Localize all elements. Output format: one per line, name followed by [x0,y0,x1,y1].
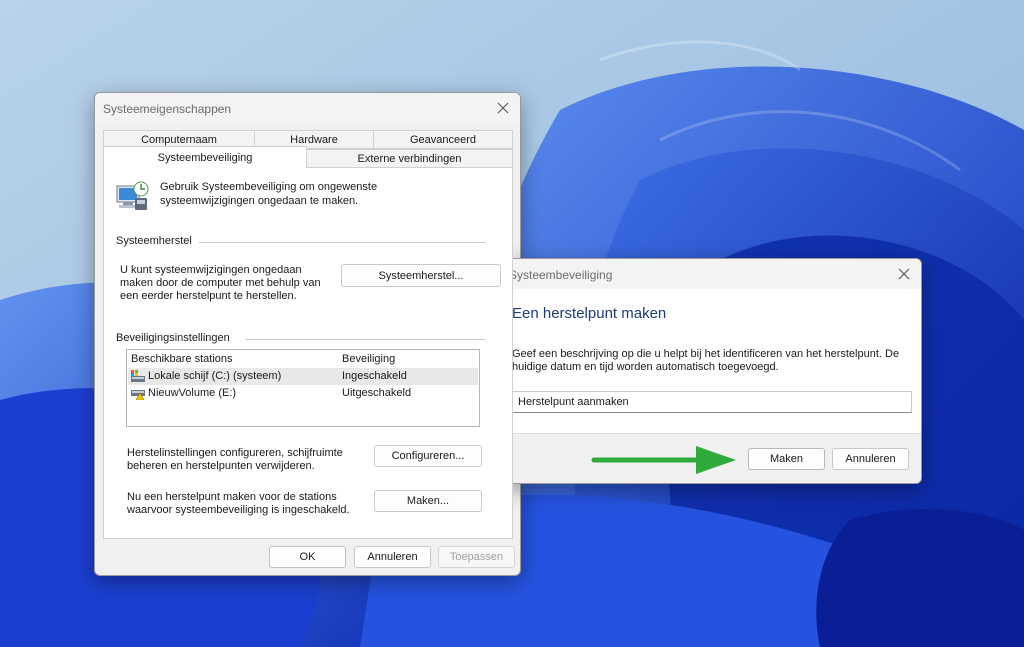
system-protection-icon [116,181,149,210]
apply-button[interactable]: Toepassen [438,546,515,568]
drive-warning-icon [131,390,145,400]
cancel-button[interactable]: Annuleren [832,448,909,470]
intro-line-2: systeemwijzigingen ongedaan te maken. [160,195,359,207]
create-restore-point-button[interactable]: Maken... [374,490,482,512]
table-row[interactable]: Lokale schijf (C:) (systeem) Ingeschakel… [128,368,478,385]
configure-text-line-1: Herstelinstellingen configureren, schijf… [127,447,343,459]
description-line-1: Geef een beschrijving op die u helpt bij… [512,348,900,360]
cancel-button[interactable]: Annuleren [354,546,431,568]
drive-status: Uitgeschakeld [342,387,412,399]
close-icon [497,102,509,114]
system-restore-button[interactable]: Systeemherstel... [341,264,501,287]
system-properties-dialog: Systeemeigenschappen Computernaam Hardwa… [94,92,521,576]
drive-list[interactable]: Beschikbare stations Beveiliging Lokale … [126,349,480,427]
create-button[interactable]: Maken [748,448,825,470]
ok-button[interactable]: OK [269,546,346,568]
configure-text-line-2: beheren en herstelpunten verwijderen. [127,460,315,472]
dialog-title: Systeembeveiliging [509,268,613,282]
table-row[interactable]: NieuwVolume (E:) Uitgeschakeld [128,385,478,402]
group-divider [199,242,485,243]
restore-text-line-1: U kunt systeemwijzigingen ongedaan [120,264,302,276]
description-line-2: huidige datum en tijd worden automatisch… [512,361,779,373]
dialog-heading: Een herstelpunt maken [512,305,667,322]
drive-name: Lokale schijf (C:) (systeem) [148,370,282,382]
title-bar[interactable]: Systeembeveiliging [501,259,921,289]
restore-text-line-3: een eerder herstelpunt te herstellen. [120,290,297,302]
create-text-line-1: Nu een herstelpunt maken voor de station… [127,491,337,503]
column-header-beveiliging[interactable]: Beveiliging [342,353,395,365]
list-header: Beschikbare stations Beveiliging [128,351,478,368]
restore-group-label: Systeemherstel [116,235,198,247]
drive-status: Ingeschakeld [342,370,407,382]
configure-button[interactable]: Configureren... [374,445,482,467]
drive-name: NieuwVolume (E:) [148,387,237,399]
column-header-stations[interactable]: Beschikbare stations [131,353,233,365]
dialog-title: Systeemeigenschappen [103,102,232,116]
restore-point-description-input[interactable] [511,391,912,413]
create-text-line-2: waarvoor systeembeveiliging is ingeschak… [127,504,350,516]
group-divider [245,339,485,340]
create-restore-point-dialog: Systeembeveiliging Een herstelpunt maken… [500,258,922,484]
tab-externe-verbindingen[interactable]: Externe verbindingen [306,149,513,168]
tab-geavanceerd[interactable]: Geavanceerd [373,130,513,149]
restore-text-line-2: maken door de computer met behulp van [120,277,321,289]
tab-systeembeveiliging[interactable]: Systeembeveiliging [103,146,307,168]
close-icon [898,268,910,280]
protection-group-label: Beveiligingsinstellingen [116,332,236,344]
intro-line-1: Gebruik Systeembeveiliging om ongewenste [160,181,378,193]
close-button[interactable] [893,263,915,285]
close-button[interactable] [492,97,514,119]
title-bar[interactable]: Systeemeigenschappen [95,93,520,123]
system-drive-icon [131,370,145,382]
